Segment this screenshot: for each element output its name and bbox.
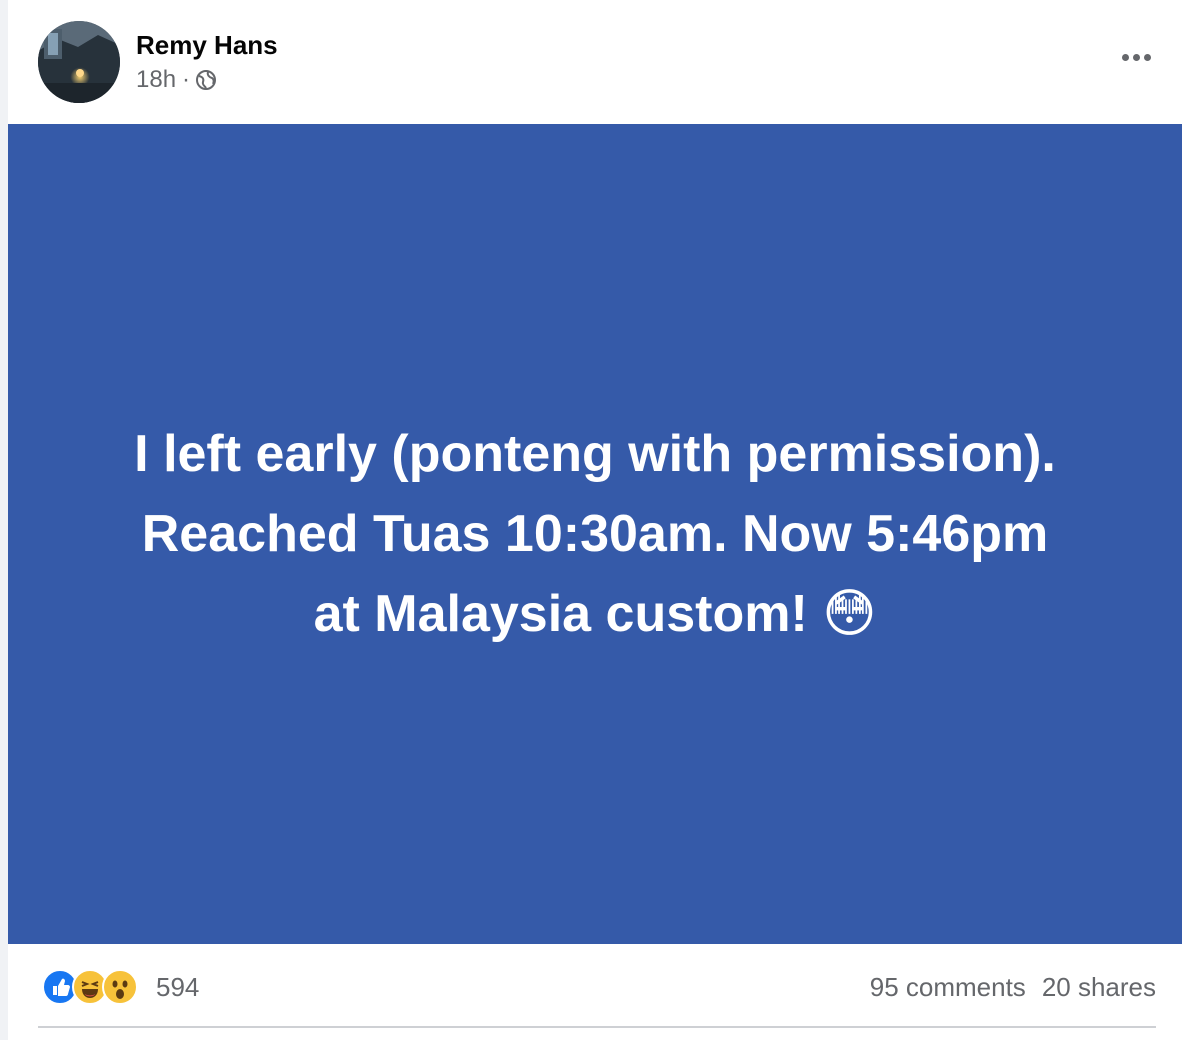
post-header: Remy Hans 18h ·	[38, 20, 278, 104]
footer-divider	[38, 1026, 1156, 1028]
meta-separator: ·	[182, 66, 191, 93]
more-options-button[interactable]	[1112, 36, 1160, 78]
avatar[interactable]	[38, 21, 120, 103]
more-options-icon-dot	[1132, 53, 1140, 61]
post-page: Remy Hans 18h · I left early (ponteng wi…	[0, 0, 1182, 1040]
comments-count-link[interactable]: 95 comments	[870, 972, 1026, 1003]
post-meta: 18h ·	[136, 65, 278, 95]
post-footer: 594 95 comments 20 shares	[38, 958, 1156, 1016]
reaction-count[interactable]: 594	[156, 972, 199, 1003]
wow-icon	[102, 969, 138, 1005]
shares-count-link[interactable]: 20 shares	[1042, 972, 1156, 1003]
post-text-line: at Malaysia custom! 😳	[313, 585, 877, 643]
reaction-icons	[42, 969, 138, 1005]
avatar-image	[38, 21, 120, 103]
post-text-line: Reached Tuas 10:30am. Now 5:46pm	[141, 505, 1049, 563]
text-post-card: I left early (ponteng with permission). …	[8, 124, 1182, 944]
post-text: I left early (ponteng with permission). …	[55, 414, 1135, 654]
author-name[interactable]: Remy Hans	[136, 29, 278, 61]
post-text-line: I left early (ponteng with permission).	[134, 425, 1056, 483]
globe-icon[interactable]	[195, 69, 217, 91]
more-options-icon-dot	[1121, 53, 1129, 61]
post-timestamp[interactable]: 18h	[136, 65, 176, 95]
more-options-icon-dot	[1143, 53, 1151, 61]
author-block: Remy Hans 18h ·	[136, 29, 278, 95]
reactions-summary[interactable]: 594	[38, 969, 199, 1005]
feed-background-edge	[0, 0, 8, 1040]
engagement-summary: 95 comments 20 shares	[870, 972, 1156, 1003]
